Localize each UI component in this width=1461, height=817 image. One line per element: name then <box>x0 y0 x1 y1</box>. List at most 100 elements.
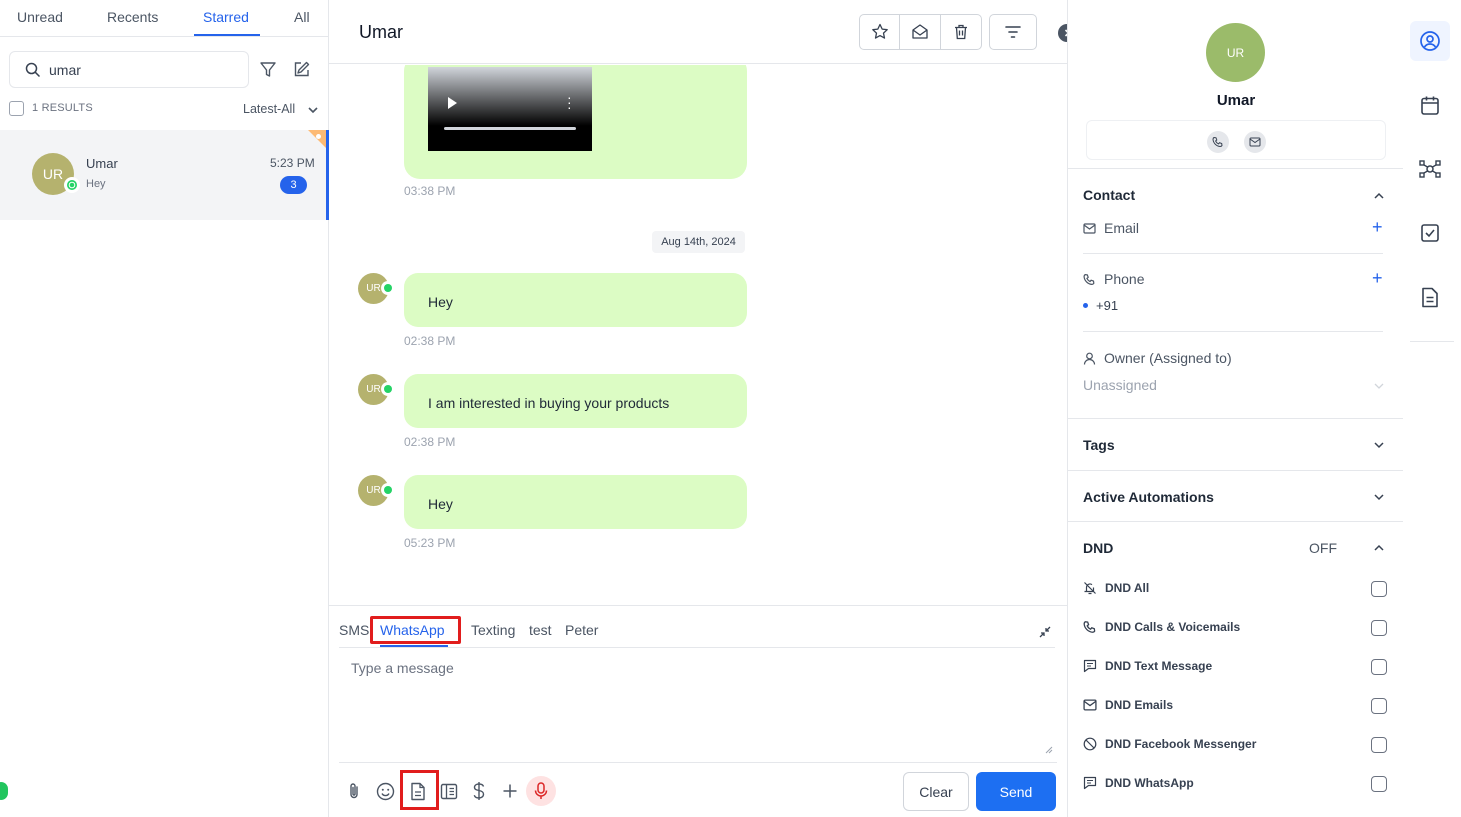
channel-tab-sms[interactable]: SMS <box>339 622 369 638</box>
dnd-label: DND Emails <box>1105 698 1174 712</box>
filter-icon[interactable] <box>259 61 277 79</box>
video-progress-bar[interactable] <box>444 127 576 130</box>
task-icon <box>1420 223 1440 243</box>
divider <box>1410 341 1454 342</box>
mail-icon <box>1249 137 1261 147</box>
dnd-label: DND All <box>1105 581 1150 595</box>
message-input[interactable] <box>339 650 1057 758</box>
message-icon <box>1083 659 1097 673</box>
rail-network[interactable] <box>1410 149 1450 189</box>
contact-details-panel: UR Umar Contact Email + Phone + +91 Owne… <box>1067 0 1403 817</box>
tab-starred[interactable]: Starred <box>203 9 249 25</box>
date-separator: Aug 14th, 2024 <box>652 231 745 253</box>
phone-icon <box>1212 136 1224 148</box>
delete-button[interactable] <box>941 15 981 49</box>
section-contact-title: Contact <box>1083 187 1136 203</box>
dnd-state: OFF <box>1309 540 1337 556</box>
whatsapp-icon <box>381 483 395 497</box>
message-filter-button[interactable] <box>989 14 1037 50</box>
add-phone-button[interactable]: + <box>1372 268 1383 289</box>
mark-read-button[interactable] <box>900 15 941 49</box>
chevron-up-icon[interactable] <box>1373 542 1385 554</box>
phone-value[interactable]: +91 <box>1083 298 1118 313</box>
emoji-icon[interactable] <box>374 780 396 802</box>
more-options-icon[interactable]: · · · <box>567 90 572 114</box>
bell-off-icon <box>1083 581 1097 595</box>
conversation-name: Umar <box>86 156 118 171</box>
chevron-down-icon[interactable] <box>1373 380 1385 392</box>
dnd-label: DND Facebook Messenger <box>1105 737 1257 751</box>
dnd-whatsapp-checkbox[interactable] <box>1371 776 1387 792</box>
trash-icon <box>952 23 970 41</box>
resize-handle[interactable] <box>1045 746 1053 754</box>
dnd-label: DND WhatsApp <box>1105 776 1194 790</box>
plus-icon[interactable] <box>499 780 521 802</box>
star-button[interactable] <box>860 15 901 49</box>
rail-notes[interactable] <box>1410 277 1450 317</box>
select-all-checkbox[interactable] <box>9 101 24 116</box>
template-icon[interactable] <box>438 780 460 802</box>
dnd-label: DND Calls & Voicemails <box>1105 620 1241 634</box>
call-button[interactable] <box>1207 131 1229 153</box>
chevron-up-icon[interactable] <box>1373 190 1385 202</box>
chevron-down-icon[interactable] <box>1373 491 1385 503</box>
send-button[interactable]: Send <box>976 772 1056 811</box>
section-automations-title[interactable]: Active Automations <box>1083 489 1214 505</box>
clear-button[interactable]: Clear <box>903 772 969 811</box>
dollar-icon[interactable] <box>468 780 490 802</box>
dnd-all-checkbox[interactable] <box>1371 581 1387 597</box>
channel-tab-test[interactable]: test <box>529 622 552 638</box>
chat-title: Umar <box>359 22 403 42</box>
dnd-calls-checkbox[interactable] <box>1371 620 1387 636</box>
search-input[interactable] <box>49 60 239 80</box>
add-email-button[interactable]: + <box>1372 217 1383 238</box>
compose-icon[interactable] <box>293 61 310 78</box>
divider <box>1083 331 1383 332</box>
minimize-icon[interactable] <box>1038 625 1052 639</box>
chat-panel: Umar · · · 03:38 PM Aug 14th, 2024 UR He… <box>329 0 1076 817</box>
record-voice-button[interactable] <box>526 776 556 806</box>
rail-tasks[interactable] <box>1410 213 1450 253</box>
video-player[interactable]: · · · <box>428 67 592 151</box>
owner-select[interactable]: Unassigned <box>1083 377 1157 393</box>
search-icon <box>25 62 41 78</box>
dnd-emails-checkbox[interactable] <box>1371 698 1387 714</box>
divider <box>1068 521 1403 522</box>
tab-all[interactable]: All <box>294 9 310 25</box>
chevron-down-icon[interactable] <box>1373 439 1385 451</box>
mail-icon <box>1083 222 1096 234</box>
email-button[interactable] <box>1244 131 1266 153</box>
play-icon[interactable] <box>448 97 457 109</box>
dnd-text-checkbox[interactable] <box>1371 659 1387 675</box>
conversation-list-panel: Unread Recents Starred All 1 RESULTS Lat… <box>0 0 329 817</box>
section-tags-title[interactable]: Tags <box>1083 437 1115 453</box>
channel-tab-texting[interactable]: Texting <box>471 622 515 638</box>
conversation-item[interactable]: UR Umar Hey 5:23 PM 3 <box>0 130 329 220</box>
sort-dropdown[interactable]: Latest-All <box>243 102 295 116</box>
mail-icon <box>911 23 929 41</box>
tab-recents[interactable]: Recents <box>107 9 158 25</box>
divider <box>339 762 1057 763</box>
right-icon-rail <box>1403 0 1461 817</box>
starred-corner-flag <box>308 130 326 148</box>
tab-unread[interactable]: Unread <box>17 9 63 25</box>
notes-icon <box>1421 287 1439 308</box>
chevron-down-icon[interactable] <box>307 104 319 116</box>
document-tool-highlight <box>400 770 439 810</box>
whatsapp-tab-highlight <box>370 616 461 644</box>
rail-contact[interactable] <box>1410 21 1450 61</box>
phone-field: Phone <box>1083 271 1144 287</box>
conversation-preview: Hey <box>86 178 106 190</box>
rail-calendar[interactable] <box>1410 85 1450 125</box>
star-icon <box>871 23 889 41</box>
paperclip-icon[interactable] <box>343 780 365 802</box>
active-tab-indicator <box>194 34 260 36</box>
video-message-bubble: · · · <box>404 65 747 179</box>
dnd-facebook-checkbox[interactable] <box>1371 737 1387 753</box>
channel-tab-peter[interactable]: Peter <box>565 622 598 638</box>
dnd-text-row: DND Text Message <box>1083 659 1212 673</box>
status-indicator <box>0 782 8 800</box>
phone-icon <box>1083 620 1097 634</box>
message-time: 02:38 PM <box>404 334 456 348</box>
message-text: I am interested in buying your products <box>428 395 670 411</box>
